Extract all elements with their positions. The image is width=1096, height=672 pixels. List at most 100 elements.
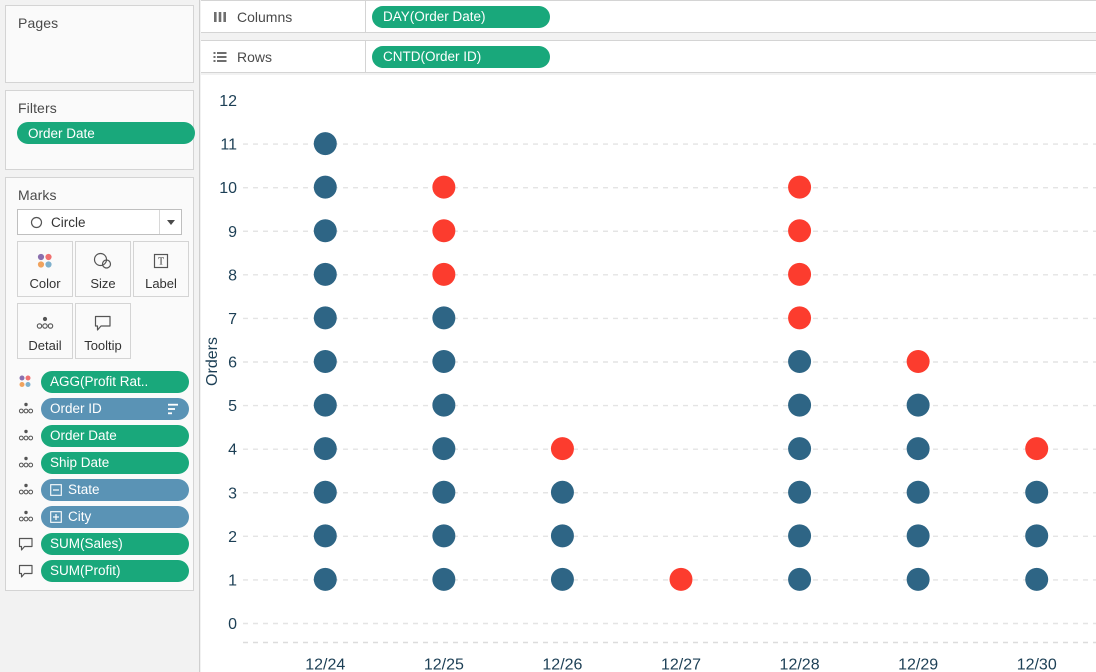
marks-field-pill[interactable]: SUM(Profit): [41, 559, 189, 582]
mark-circle[interactable]: [906, 567, 930, 591]
marks-field-pill[interactable]: State: [41, 478, 189, 501]
marks-card: Marks Circle Color Size T Label Detail T…: [5, 177, 194, 591]
mark-circle[interactable]: [313, 262, 337, 286]
mark-circle[interactable]: [906, 480, 930, 504]
marks-field-pill[interactable]: City: [41, 505, 189, 528]
x-axis-ticks: 12/24 12/25 12/26 12/27 12/28 12/29 12/30: [305, 657, 1057, 672]
detail-dots-icon[interactable]: [15, 455, 37, 470]
tooltip-bubble-icon[interactable]: [15, 563, 37, 579]
rows-pill-area[interactable]: CNTD(Order ID): [366, 45, 550, 68]
x-tick-label: 12/25: [424, 657, 464, 672]
mark-circle[interactable]: [313, 480, 337, 504]
marks-field-list: AGG(Profit Rat.. Order ID Order Date Ship D…: [6, 368, 193, 584]
mark-type-select[interactable]: Circle: [17, 209, 182, 235]
scatter-plot[interactable]: 0123456789101112Orders12/24 12/25 12/26 12/…: [201, 75, 1096, 672]
rows-pill-cntd-order-id[interactable]: CNTD(Order ID): [372, 45, 550, 68]
pages-card-title: Pages: [18, 15, 59, 31]
marks-detail-button[interactable]: Detail: [17, 303, 73, 359]
mark-circle[interactable]: [313, 175, 337, 199]
mark-circle[interactable]: [788, 524, 812, 548]
mark-circle[interactable]: [550, 567, 574, 591]
marks-field-pill-label: SUM(Profit): [50, 563, 121, 578]
rows-pill-label: CNTD(Order ID): [383, 49, 482, 64]
marks-label-button[interactable]: T Label: [133, 241, 189, 297]
columns-pill-day-order-date[interactable]: DAY(Order Date): [372, 5, 550, 28]
chevron-down-icon[interactable]: [159, 210, 181, 234]
mark-circle[interactable]: [432, 567, 456, 591]
marks-field-pill[interactable]: Order Date: [41, 424, 189, 447]
mark-circle[interactable]: [313, 567, 337, 591]
collapse-box-icon[interactable]: [50, 483, 62, 496]
mark-circle[interactable]: [1025, 480, 1049, 504]
mark-circle[interactable]: [1025, 524, 1049, 548]
sort-descending-icon[interactable]: [168, 403, 181, 415]
mark-circle[interactable]: [788, 306, 812, 330]
marks-field-row: AGG(Profit Rat..: [6, 368, 193, 395]
mark-circle[interactable]: [550, 437, 574, 461]
detail-dots-icon[interactable]: [15, 482, 37, 497]
mark-circle[interactable]: [432, 262, 456, 286]
mark-circle[interactable]: [432, 219, 456, 243]
marks-color-button[interactable]: Color: [17, 241, 73, 297]
marks-size-button[interactable]: Size: [75, 241, 131, 297]
tooltip-bubble-icon: [92, 310, 114, 336]
marks-field-pill[interactable]: Ship Date: [41, 451, 189, 474]
mark-circle[interactable]: [432, 480, 456, 504]
marks-field-pill[interactable]: AGG(Profit Rat..: [41, 370, 189, 393]
columns-pill-area[interactable]: DAY(Order Date): [366, 5, 550, 28]
mark-circle[interactable]: [550, 480, 574, 504]
mark-circle[interactable]: [788, 350, 812, 373]
mark-circle[interactable]: [313, 350, 337, 373]
mark-circle[interactable]: [906, 350, 930, 373]
detail-dots-icon[interactable]: [15, 401, 37, 416]
mark-circle[interactable]: [906, 524, 930, 548]
mark-circle[interactable]: [313, 219, 337, 243]
columns-pill-label: DAY(Order Date): [383, 9, 486, 24]
mark-circle[interactable]: [906, 437, 930, 461]
filter-pill-order-date[interactable]: Order Date: [17, 122, 195, 144]
mark-circle[interactable]: [432, 350, 456, 373]
marks-field-pill[interactable]: Order ID: [41, 397, 189, 420]
tooltip-bubble-icon[interactable]: [15, 536, 37, 552]
marks-field-row: State: [6, 476, 193, 503]
mark-circle[interactable]: [313, 132, 337, 156]
detail-dots-icon[interactable]: [15, 428, 37, 443]
mark-buttons-row-1: Color Size T Label: [17, 241, 193, 297]
mark-circle[interactable]: [788, 393, 812, 417]
mark-circle[interactable]: [313, 306, 337, 330]
expand-box-icon[interactable]: [50, 510, 62, 523]
marks-tooltip-button[interactable]: Tooltip: [75, 303, 131, 359]
mark-circle[interactable]: [550, 524, 574, 548]
mark-circle[interactable]: [788, 219, 812, 243]
detail-dots-icon[interactable]: [15, 509, 37, 524]
marks-field-pill[interactable]: SUM(Sales): [41, 532, 189, 555]
rows-list-icon: [213, 51, 227, 63]
mark-circle[interactable]: [313, 437, 337, 461]
mark-circle[interactable]: [432, 175, 456, 199]
mark-circle[interactable]: [669, 567, 693, 591]
mark-circle[interactable]: [313, 393, 337, 417]
mark-circle[interactable]: [788, 437, 812, 461]
y-tick-label: 7: [228, 311, 237, 328]
mark-circle[interactable]: [432, 306, 456, 330]
mark-circle[interactable]: [432, 437, 456, 461]
mark-circle[interactable]: [432, 524, 456, 548]
mark-circle[interactable]: [1025, 567, 1049, 591]
chart-panel[interactable]: 0 1 2 3 4 5 6 7 8 9 10 11 12 Orders 12/24 12/25 12/26 12/…: [201, 75, 1096, 672]
size-circles-icon: [91, 248, 115, 274]
mark-circle[interactable]: [313, 524, 337, 548]
mark-circle[interactable]: [788, 175, 812, 199]
rows-shelf[interactable]: Rows CNTD(Order ID): [201, 40, 1096, 73]
marks-field-pill-label: City: [68, 509, 92, 524]
columns-shelf[interactable]: Columns DAY(Order Date): [201, 0, 1096, 33]
filter-pill-label: Order Date: [28, 125, 95, 141]
mark-circle[interactable]: [432, 393, 456, 417]
mark-circle[interactable]: [1025, 437, 1049, 461]
mark-circle[interactable]: [788, 480, 812, 504]
mark-circle[interactable]: [788, 262, 812, 286]
rows-shelf-label: Rows: [237, 48, 273, 65]
marks-field-pill-label: SUM(Sales): [50, 536, 123, 551]
mark-circle[interactable]: [906, 393, 930, 417]
mark-circle[interactable]: [788, 567, 812, 591]
color-palette-icon[interactable]: [15, 374, 37, 389]
